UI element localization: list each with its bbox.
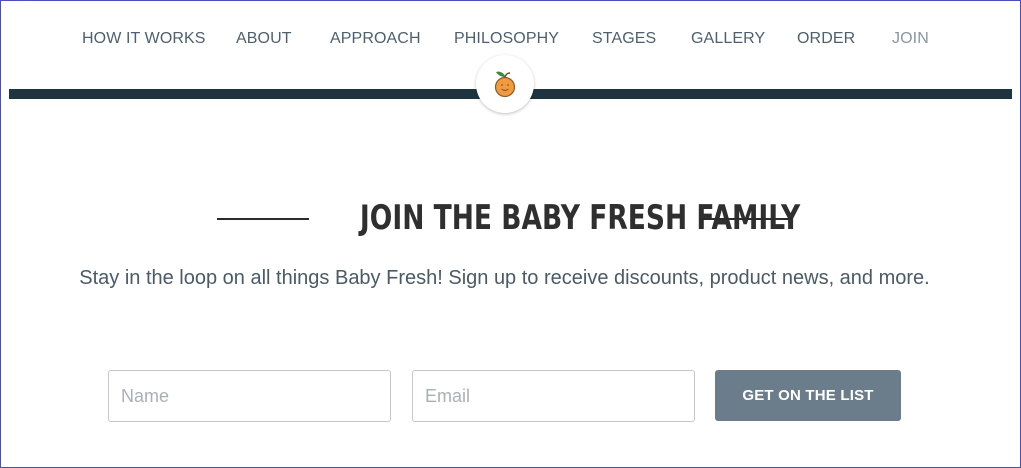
signup-heading-row: JOIN THE BABY FRESH FAMILY xyxy=(0,196,1021,240)
orange-fruit-icon xyxy=(490,69,520,99)
nav-item-how-it-works[interactable]: HOW IT WORKS xyxy=(82,27,206,51)
main-nav: HOW IT WORKS ABOUT APPROACH PHILOSOPHY S… xyxy=(0,27,1021,51)
nav-item-join[interactable]: JOIN xyxy=(892,27,929,51)
nav-item-order[interactable]: ORDER xyxy=(797,27,855,51)
signup-subtitle: Stay in the loop on all things Baby Fres… xyxy=(79,267,930,289)
name-input[interactable] xyxy=(108,370,391,422)
logo-badge[interactable] xyxy=(476,55,534,113)
nav-item-philosophy[interactable]: PHILOSOPHY xyxy=(454,27,559,51)
heading-rule-right xyxy=(699,218,792,220)
nav-item-stages[interactable]: STAGES xyxy=(592,27,656,51)
heading-rule-left xyxy=(217,218,309,220)
signup-heading: JOIN THE BABY FRESH FAMILY xyxy=(359,198,801,238)
get-on-the-list-button[interactable]: GET ON THE LIST xyxy=(715,370,901,421)
email-input[interactable] xyxy=(412,370,695,422)
nav-item-approach[interactable]: APPROACH xyxy=(330,27,421,51)
nav-item-gallery[interactable]: GALLERY xyxy=(691,27,765,51)
nav-item-about[interactable]: ABOUT xyxy=(236,27,292,51)
